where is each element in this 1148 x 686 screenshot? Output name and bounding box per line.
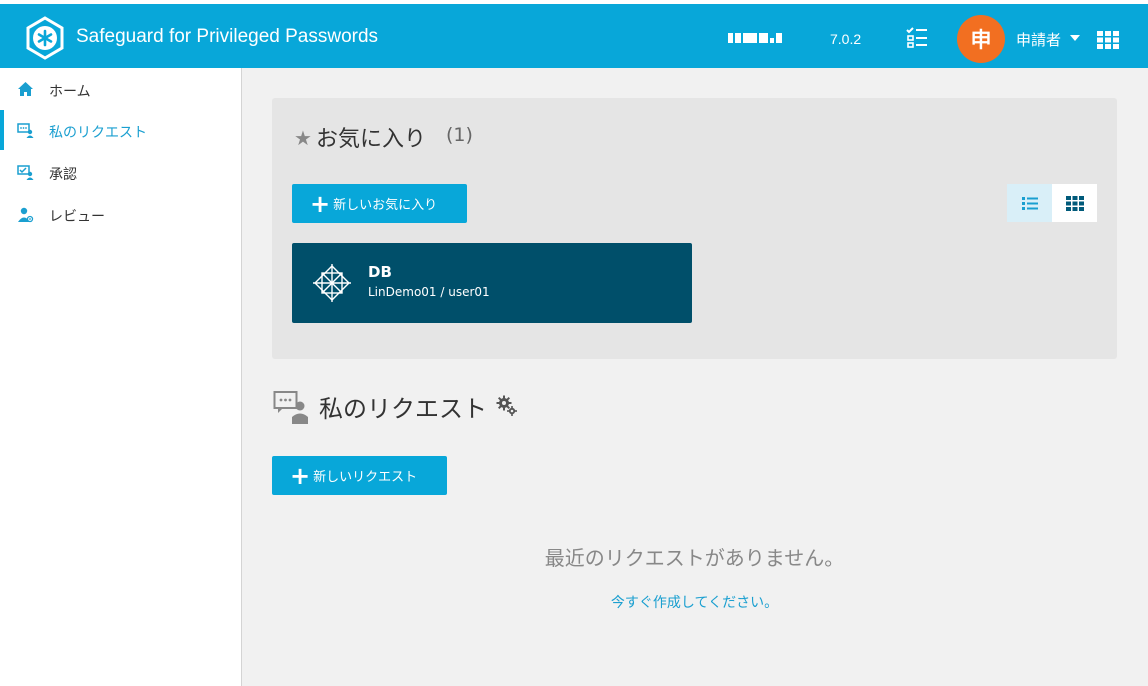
sidebar-item-my-requests[interactable]: 私のリクエスト	[0, 110, 241, 150]
safeguard-logo-icon[interactable]	[23, 16, 67, 60]
favorite-card-name: DB	[368, 263, 392, 281]
new-favorite-label: 新しいお気に入り	[333, 198, 438, 213]
review-icon	[18, 207, 34, 223]
task-list-icon[interactable]	[905, 25, 929, 49]
user-avatar[interactable]: 申	[957, 15, 1005, 63]
sidebar-item-approvals[interactable]: 承認	[0, 152, 241, 192]
sidebar-item-label: ホーム	[49, 84, 91, 100]
chevron-down-icon[interactable]	[1070, 35, 1080, 41]
create-request-link[interactable]: 今すぐ作成してください。	[272, 592, 1117, 612]
sidebar-item-label: 承認	[49, 167, 77, 183]
favorite-card[interactable]: DB LinDemo01 / user01	[292, 243, 692, 323]
empty-requests-message: 最近のリクエストがありません。	[544, 546, 845, 570]
version-label: 7.0.2	[830, 31, 862, 47]
sidebar-item-reviews[interactable]: レビュー	[0, 194, 241, 234]
my-requests-title: 私のリクエスト	[319, 395, 487, 423]
list-view-icon	[1021, 196, 1038, 210]
sidebar-item-label: レビュー	[49, 209, 105, 225]
favorites-title: お気に入り	[316, 127, 427, 152]
sidebar-item-home[interactable]: ホーム	[0, 69, 241, 109]
list-view-toggle[interactable]	[1007, 184, 1052, 222]
plus-icon: +	[310, 189, 331, 218]
redacted-text	[728, 33, 782, 43]
favorite-card-account: LinDemo01 / user01	[368, 285, 490, 299]
sidebar-item-label: 私のリクエスト	[49, 125, 147, 141]
home-icon	[18, 82, 33, 96]
plus-icon: +	[290, 461, 311, 490]
approval-icon	[17, 165, 34, 180]
app-grid-icon[interactable]	[1097, 31, 1119, 49]
grid-view-toggle[interactable]	[1052, 184, 1097, 222]
star-icon: ★	[294, 126, 312, 150]
favorites-count: (1)	[446, 124, 473, 146]
asset-os-icon	[313, 264, 351, 302]
gear-icon[interactable]	[496, 395, 518, 417]
app-header: Safeguard for Privileged Passwords 7.0.2…	[0, 0, 1148, 68]
request-icon	[17, 123, 34, 138]
my-requests-icon	[273, 391, 308, 424]
user-menu-label[interactable]: 申請者	[1016, 29, 1061, 50]
new-request-button[interactable]: + 新しいリクエスト	[272, 456, 447, 495]
sidebar: ホーム 私のリクエスト 承認 レビュー	[0, 68, 242, 686]
new-favorite-button[interactable]: + 新しいお気に入り	[292, 184, 467, 223]
app-title: Safeguard for Privileged Passwords	[76, 26, 379, 47]
new-request-label: 新しいリクエスト	[313, 470, 418, 485]
grid-view-icon	[1065, 195, 1084, 211]
